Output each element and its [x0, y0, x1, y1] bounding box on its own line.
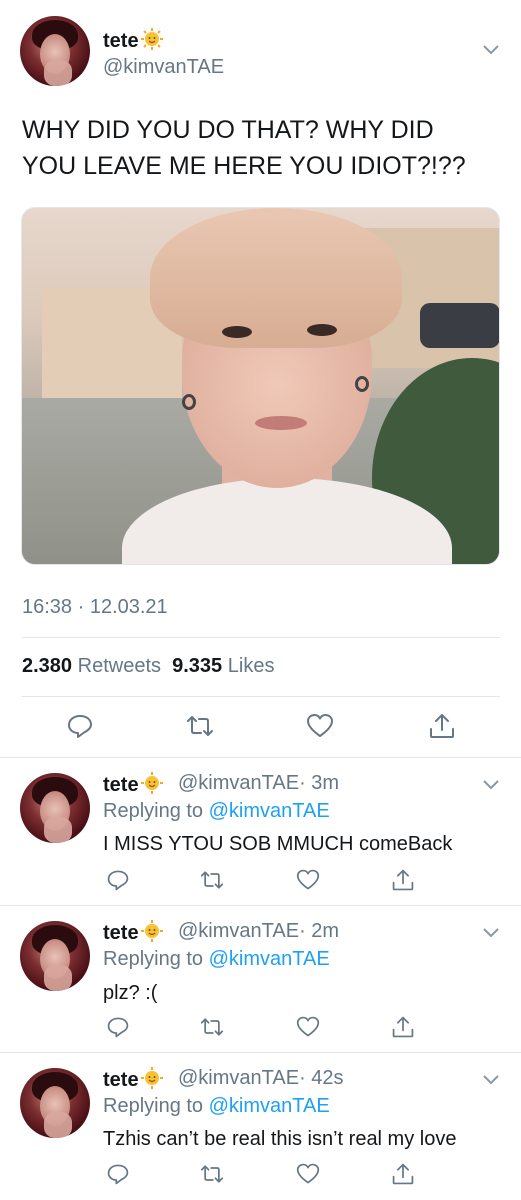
reply-author-name-text: tete [103, 1069, 139, 1091]
reply-time: · 2m [299, 920, 340, 942]
retweet-count: 2.380 [22, 655, 73, 677]
chevron-down-icon[interactable] [482, 44, 500, 56]
reply-text: plz? :( [103, 982, 158, 1004]
share-icon[interactable] [391, 1162, 415, 1186]
divider [0, 757, 521, 758]
replying-mention[interactable]: @kimvanTAE [209, 1095, 330, 1117]
replying-prefix: Replying to [103, 800, 204, 822]
replying-mention[interactable]: @kimvanTAE [209, 800, 330, 822]
avatar[interactable] [20, 16, 90, 86]
retweet-icon[interactable] [200, 1162, 224, 1186]
reply-author-name[interactable]: tete [103, 1067, 163, 1092]
reply-text: I MISS YTOU SOB MMUCH comeBack [103, 833, 453, 855]
reply-handle-time: @kimvanTAE· 2m [178, 920, 339, 943]
avatar[interactable] [20, 773, 90, 843]
retweet-stat[interactable]: 2.380 Retweets [22, 655, 161, 677]
chevron-down-icon[interactable] [482, 779, 500, 791]
like-label: Likes [227, 655, 275, 677]
tweet-text-line-1: WHY DID YOU DO THAT? WHY DID [22, 116, 434, 144]
reply-time: · 3m [299, 772, 340, 794]
heart-icon[interactable] [306, 712, 334, 740]
tweet-text: WHY DID YOU DO THAT? WHY DID YOU LEAVE M… [22, 112, 502, 184]
author-name-text: tete [103, 30, 139, 52]
reply-author-name[interactable]: tete [103, 772, 163, 797]
reply-handle-time: @kimvanTAE· 3m [178, 772, 339, 795]
retweet-icon[interactable] [200, 868, 224, 892]
reply-bubble-icon[interactable] [106, 868, 130, 892]
heart-icon[interactable] [296, 868, 320, 892]
reply-handle[interactable]: @kimvanTAE [178, 772, 299, 794]
replying-to: Replying to @kimvanTAE [103, 948, 330, 971]
tweet-photo[interactable] [21, 207, 500, 565]
reply-bubble-icon[interactable] [106, 1015, 130, 1039]
reply-author-name[interactable]: tete [103, 920, 163, 945]
share-icon[interactable] [391, 1015, 415, 1039]
reply-handle[interactable]: @kimvanTAE [178, 920, 299, 942]
reply-bubble-icon[interactable] [66, 712, 94, 740]
like-count: 9.335 [172, 655, 223, 677]
sun-emoji-icon [140, 920, 163, 942]
share-icon[interactable] [428, 712, 456, 740]
sun-emoji-icon [140, 772, 163, 794]
retweet-icon[interactable] [186, 712, 214, 740]
replying-to: Replying to @kimvanTAE [103, 1095, 330, 1118]
divider [22, 637, 500, 638]
reply-author-name-text: tete [103, 922, 139, 944]
heart-icon[interactable] [296, 1015, 320, 1039]
author-name[interactable]: tete [103, 28, 163, 53]
retweet-label: Retweets [77, 655, 161, 677]
retweet-icon[interactable] [200, 1015, 224, 1039]
avatar[interactable] [20, 921, 90, 991]
replying-to: Replying to @kimvanTAE [103, 800, 330, 823]
reply-bubble-icon[interactable] [106, 1162, 130, 1186]
divider [0, 1052, 521, 1053]
replying-prefix: Replying to [103, 1095, 204, 1117]
sun-emoji-icon [140, 1067, 163, 1089]
chevron-down-icon[interactable] [482, 927, 500, 939]
sun-emoji-icon [140, 28, 163, 50]
like-stat[interactable]: 9.335 Likes [172, 655, 274, 677]
tweet-stats: 2.380 Retweets 9.335 Likes [22, 655, 274, 678]
reply-time: · 42s [299, 1067, 344, 1089]
reply-handle[interactable]: @kimvanTAE [178, 1067, 299, 1089]
avatar[interactable] [20, 1068, 90, 1138]
share-icon[interactable] [391, 868, 415, 892]
divider [22, 696, 500, 697]
tweet-text-line-2: YOU LEAVE ME HERE YOU IDIOT?!?? [22, 152, 466, 180]
tweet-timestamp[interactable]: 16:38 · 12.03.21 [22, 596, 168, 619]
author-handle[interactable]: @kimvanTAE [103, 56, 224, 79]
reply-handle-time: @kimvanTAE· 42s [178, 1067, 344, 1090]
divider [0, 905, 521, 906]
heart-icon[interactable] [296, 1162, 320, 1186]
reply-text: Tzhis can’t be real this isn’t real my l… [103, 1128, 457, 1150]
reply-author-name-text: tete [103, 774, 139, 796]
chevron-down-icon[interactable] [482, 1074, 500, 1086]
replying-prefix: Replying to [103, 948, 204, 970]
replying-mention[interactable]: @kimvanTAE [209, 948, 330, 970]
